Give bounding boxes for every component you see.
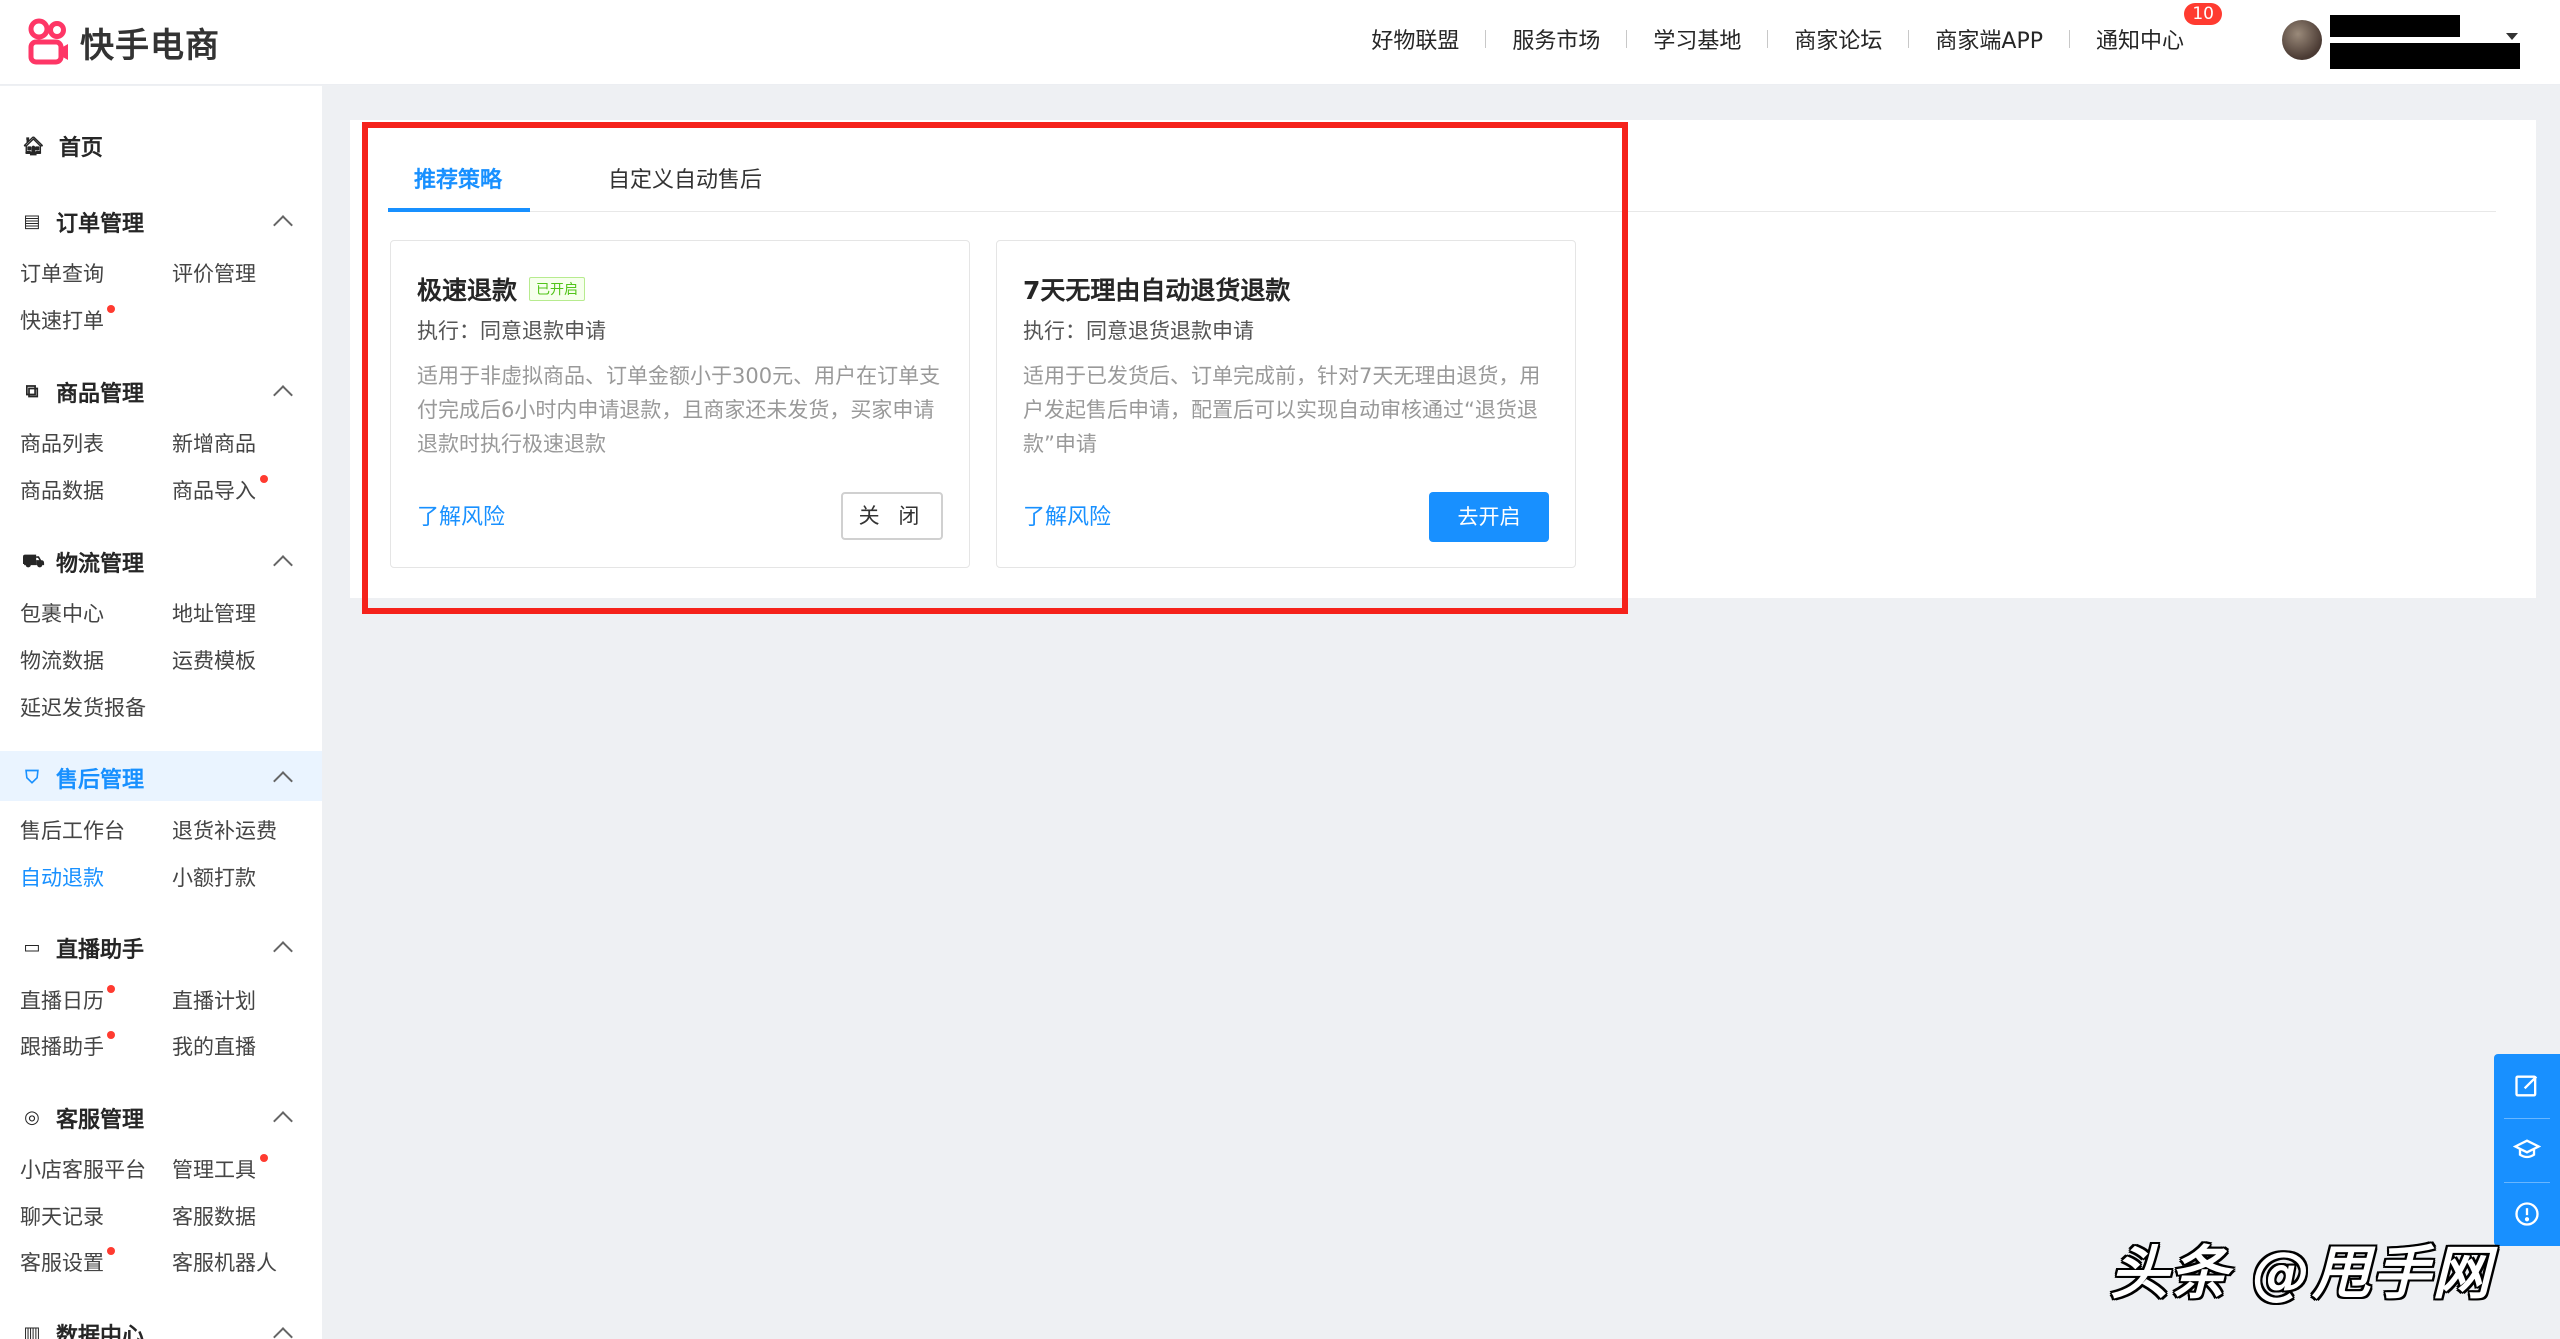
sidebar-item-return-freight[interactable]: 退货补运费 — [172, 815, 277, 845]
chevron-up-icon[interactable] — [273, 941, 293, 961]
live-icon: ▭ — [23, 937, 41, 958]
new-dot — [260, 1154, 268, 1162]
brand-name: 快手电商 — [80, 25, 220, 66]
graduation-cap-icon[interactable] — [2494, 1118, 2560, 1182]
chevron-up-icon[interactable] — [273, 385, 293, 405]
sidebar: 🏠︎ 首页 ▤ 订单管理 订单查询 评价管理 快速打单 ⧉ 商品管理 商品列表 … — [0, 86, 322, 1339]
sidebar-item-goods-import[interactable]: 商品导入 — [172, 475, 256, 505]
account-dropdown-caret-icon[interactable] — [2506, 33, 2518, 40]
chat-icon: ◎ — [24, 1107, 40, 1128]
sidebar-group-customer-service[interactable]: ◎ 客服管理 — [22, 1102, 144, 1134]
new-dot — [260, 475, 268, 483]
sidebar-item-delay-report[interactable]: 延迟发货报备 — [20, 692, 146, 722]
sidebar-item-auto-refund[interactable]: 自动退款 — [20, 862, 104, 892]
new-dot — [107, 1031, 115, 1039]
sidebar-group-label: 售后管理 — [56, 768, 145, 793]
sidebar-group-data-center[interactable]: ▥ 数据中心 — [22, 1318, 144, 1339]
notification-badge: 10 — [2184, 3, 2222, 25]
sidebar-item-live-plan[interactable]: 直播计划 — [172, 985, 256, 1015]
sidebar-group-goods[interactable]: ⧉ 商品管理 — [22, 376, 144, 408]
sidebar-item-cs-data[interactable]: 客服数据 — [172, 1201, 256, 1231]
sidebar-item-cs-robot[interactable]: 客服机器人 — [172, 1247, 277, 1277]
sidebar-item-aftersale-workbench[interactable]: 售后工作台 — [20, 815, 125, 845]
sidebar-item-order-query[interactable]: 订单查询 — [20, 258, 104, 288]
sidebar-item-goods-list[interactable]: 商品列表 — [20, 428, 104, 458]
floating-toolbar — [2494, 1054, 2560, 1246]
sidebar-item-chat-history[interactable]: 聊天记录 — [20, 1201, 104, 1231]
sidebar-group-label: 数据中心 — [56, 1324, 145, 1339]
notification-label: 通知中心 — [2095, 29, 2184, 54]
sidebar-item-home[interactable]: 🏠︎ 首页 — [22, 130, 103, 162]
redacted-username — [2330, 15, 2460, 37]
sidebar-group-order[interactable]: ▤ 订单管理 — [22, 206, 144, 238]
info-icon[interactable] — [2494, 1182, 2560, 1246]
nav-shangjia-app[interactable]: 商家端APP — [1909, 23, 2069, 55]
sidebar-item-my-live[interactable]: 我的直播 — [172, 1031, 256, 1061]
sidebar-item-manage-tools[interactable]: 管理工具 — [172, 1154, 256, 1184]
chevron-up-icon[interactable] — [273, 1327, 293, 1339]
sidebar-group-logistics[interactable]: ⛟ 物流管理 — [22, 546, 144, 578]
sidebar-item-live-calendar[interactable]: 直播日历 — [20, 985, 104, 1015]
watermark: 头条 @甩手网 — [2110, 1239, 2493, 1307]
user-avatar[interactable] — [2282, 20, 2322, 60]
sidebar-home-label: 首页 — [58, 136, 103, 161]
sidebar-item-quick-print[interactable]: 快速打单 — [20, 305, 104, 335]
new-dot — [107, 305, 115, 313]
brand-logo[interactable]: 快手电商 — [26, 16, 220, 68]
home-icon: 🏠︎ — [22, 135, 45, 157]
truck-icon: ⛟ — [22, 551, 45, 572]
sidebar-group-aftersale[interactable]: ⛉ 售后管理 — [22, 762, 144, 794]
sidebar-item-live-assistant[interactable]: 跟播助手 — [20, 1031, 104, 1061]
chevron-up-icon[interactable] — [273, 215, 293, 235]
chevron-up-icon[interactable] — [273, 555, 293, 575]
sidebar-item-small-payment[interactable]: 小额打款 — [172, 862, 256, 892]
sidebar-group-label: 商品管理 — [56, 382, 145, 407]
goods-icon: ⧉ — [25, 381, 39, 402]
sidebar-group-label: 物流管理 — [56, 552, 145, 577]
top-bar: 快手电商 好物联盟 服务市场 学习基地 商家论坛 商家端APP 通知中心 10 — [0, 0, 2560, 85]
nav-shangjia-luntan[interactable]: 商家论坛 — [1768, 23, 1908, 55]
chevron-up-icon[interactable] — [273, 1111, 293, 1131]
annotation-highlight-box — [362, 122, 1628, 614]
order-icon: ▤ — [23, 211, 41, 232]
chart-icon: ▥ — [23, 1323, 41, 1339]
nav-fuwu-shichang[interactable]: 服务市场 — [1486, 23, 1626, 55]
nav-xuexi-jidi[interactable]: 学习基地 — [1627, 23, 1767, 55]
new-dot — [107, 1247, 115, 1255]
kuaishou-logo-icon — [28, 18, 68, 65]
top-nav: 好物联盟 服务市场 学习基地 商家论坛 商家端APP 通知中心 10 — [1345, 0, 2222, 78]
new-dot — [107, 985, 115, 993]
sidebar-item-cs-settings[interactable]: 客服设置 — [20, 1247, 104, 1277]
sidebar-group-label: 客服管理 — [56, 1108, 145, 1133]
sidebar-item-parcel-center[interactable]: 包裹中心 — [20, 598, 104, 628]
sidebar-item-address[interactable]: 地址管理 — [172, 598, 256, 628]
sidebar-item-goods-data[interactable]: 商品数据 — [20, 475, 104, 505]
sidebar-group-label: 订单管理 — [56, 212, 145, 237]
sidebar-item-cs-platform[interactable]: 小店客服平台 — [20, 1154, 146, 1184]
redacted-shop-name — [2330, 43, 2520, 69]
sidebar-item-review[interactable]: 评价管理 — [172, 258, 256, 288]
shield-icon: ⛉ — [25, 767, 39, 788]
sidebar-item-freight-template[interactable]: 运费模板 — [172, 645, 256, 675]
sidebar-item-logistics-data[interactable]: 物流数据 — [20, 645, 104, 675]
nav-notification-center[interactable]: 通知中心 10 — [2070, 3, 2222, 55]
edit-icon[interactable] — [2494, 1054, 2560, 1118]
nav-haowu-lianmeng[interactable]: 好物联盟 — [1345, 23, 1485, 55]
sidebar-group-label: 直播助手 — [56, 938, 145, 963]
sidebar-group-live[interactable]: ▭ 直播助手 — [22, 932, 144, 964]
sidebar-item-add-goods[interactable]: 新增商品 — [172, 428, 256, 458]
